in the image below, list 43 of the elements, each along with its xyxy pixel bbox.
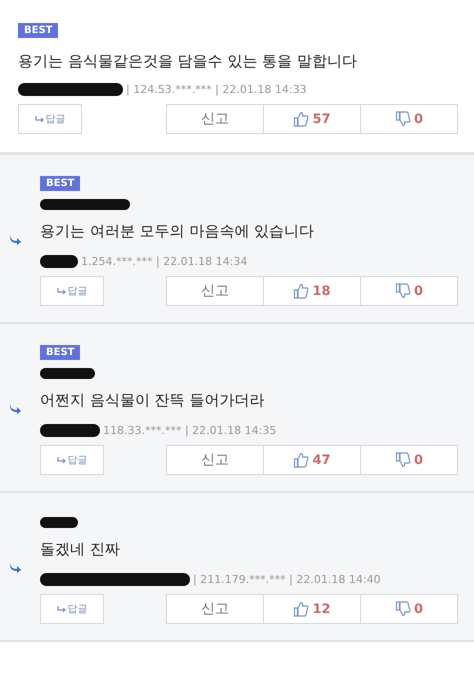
reply-button[interactable]: 답글 (40, 445, 104, 475)
comment-text: 돌겠네 진짜 (40, 540, 121, 559)
dislike-button[interactable]: 0 (360, 445, 458, 475)
thumbs-up-icon (293, 283, 310, 299)
report-button[interactable]: 신고 (166, 594, 264, 624)
redaction-mark (40, 517, 78, 528)
best-badge: BEST (40, 345, 80, 360)
like-button[interactable]: 18 (263, 276, 361, 306)
comment-meta: | 124.53.***.*** | 22.01.18 14:33 (126, 83, 307, 96)
comment-meta: 1.254.***.*** | 22.01.18 14:34 (81, 255, 248, 268)
comment-text: 용기는 음식물같은것을 담을수 있는 통을 말합니다 (18, 52, 358, 71)
reply-button[interactable]: 답글 (40, 594, 104, 624)
thumbs-down-icon (394, 601, 411, 617)
comment-meta: | 211.179.***.*** | 22.01.18 14:40 (193, 573, 381, 586)
comment-meta: 118.33.***.*** | 22.01.18 14:35 (103, 424, 276, 437)
comment-text: 어쩐지 음식물이 잔뜩 들어가더라 (40, 391, 266, 410)
best-badge: BEST (40, 176, 80, 191)
reply-arrow-icon (56, 606, 66, 612)
like-button[interactable]: 47 (263, 445, 361, 475)
thumbs-up-icon (293, 111, 310, 127)
dislike-button[interactable]: 0 (360, 104, 458, 134)
report-button[interactable]: 신고 (166, 104, 264, 134)
thumbs-down-icon (394, 111, 411, 127)
redaction-mark (40, 424, 100, 437)
reply-arrow-icon (56, 288, 66, 294)
report-button[interactable]: 신고 (166, 276, 264, 306)
reply-arrow-icon (56, 456, 66, 464)
like-button[interactable]: 12 (263, 594, 361, 624)
reply-arrow-icon (34, 116, 44, 122)
reply-button[interactable]: 답글 (18, 104, 82, 134)
best-badge: BEST (18, 23, 58, 38)
comment-text: 용기는 여러분 모두의 마음속에 있습니다 (40, 222, 316, 241)
reply-button[interactable]: 답글 (40, 276, 104, 306)
redaction-mark (40, 255, 78, 268)
thumbs-down-icon (394, 283, 411, 299)
dislike-button[interactable]: 0 (360, 594, 458, 624)
thumbs-up-icon (293, 601, 310, 617)
redaction-mark (40, 368, 95, 379)
thumbs-up-icon (293, 452, 310, 468)
thumbs-down-icon (394, 452, 411, 468)
like-button[interactable]: 57 (263, 104, 361, 134)
dislike-button[interactable]: 0 (360, 276, 458, 306)
report-button[interactable]: 신고 (166, 445, 264, 475)
